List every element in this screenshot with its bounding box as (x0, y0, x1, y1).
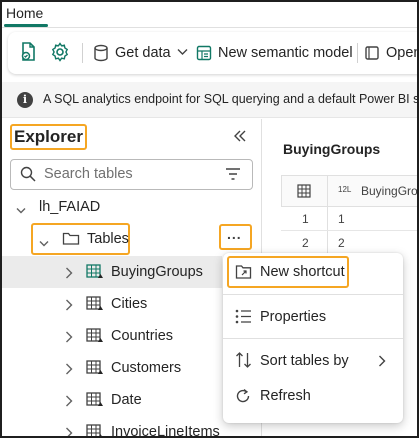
chevron-down-icon (177, 47, 188, 59)
sort-icon (235, 352, 252, 368)
chevron-right-icon[interactable] (65, 426, 73, 436)
settings-gear-icon[interactable] (50, 42, 70, 62)
collapse-panel-icon[interactable] (232, 128, 248, 146)
cell-value[interactable]: 1 (338, 212, 345, 226)
tab-home[interactable]: Home (6, 5, 43, 21)
toolbar-divider (357, 43, 358, 63)
more-icon: ... (227, 226, 242, 242)
open-file-icon (365, 46, 379, 60)
refresh-label: Refresh (260, 388, 311, 404)
table-node-label[interactable]: Customers (111, 360, 181, 376)
chevron-right-icon[interactable] (65, 298, 73, 311)
ribbon-tab-bar (2, 2, 417, 28)
row-number: 2 (302, 236, 309, 250)
app-window: Home Get data New semantic model Open i … (0, 0, 419, 438)
shortcut-icon (235, 264, 253, 280)
chevron-down-icon[interactable] (39, 235, 49, 247)
column-type-badge: 12L (338, 185, 352, 194)
menu-divider (223, 338, 403, 339)
semantic-model-icon (196, 45, 212, 61)
tables-folder-label: Tables (87, 231, 129, 247)
table-node-label[interactable]: Date (111, 392, 142, 408)
table-icon (86, 392, 104, 408)
table-icon (86, 424, 104, 436)
column-header[interactable]: BuyingGrou (361, 184, 417, 198)
chevron-right-icon (378, 354, 386, 367)
search-icon (20, 166, 36, 182)
row-number: 1 (302, 212, 309, 226)
chevron-right-icon[interactable] (65, 362, 73, 375)
get-data-label: Get data (115, 45, 171, 61)
new-semantic-model-button[interactable]: New semantic model (196, 41, 353, 65)
properties-label: Properties (260, 309, 327, 325)
table-node-label[interactable]: Cities (111, 296, 147, 312)
explorer-title: Explorer (10, 124, 87, 150)
table-icon (86, 264, 104, 280)
info-icon: i (17, 92, 33, 108)
database-icon (94, 44, 108, 62)
table-node-label[interactable]: InvoiceLineItems (111, 424, 220, 436)
menu-divider (223, 294, 403, 295)
table-icon (86, 360, 104, 376)
refresh-icon (235, 388, 251, 404)
lakehouse-icon[interactable] (18, 41, 38, 63)
data-grid: 12L BuyingGrou 1 1 2 2 (281, 175, 417, 255)
chevron-right-icon[interactable] (65, 330, 73, 343)
info-banner: i A SQL analytics endpoint for SQL query… (2, 82, 419, 118)
open-button[interactable]: Open (364, 41, 419, 65)
open-label: Open (386, 45, 419, 61)
table-node-label[interactable]: Countries (111, 328, 173, 344)
sort-tables-by-label: Sort tables by (260, 353, 349, 369)
properties-icon (235, 309, 252, 324)
chevron-right-icon[interactable] (65, 266, 73, 279)
table-icon (86, 296, 104, 312)
folder-icon (62, 231, 80, 246)
lakehouse-node[interactable]: lh_FAIAD (39, 199, 100, 215)
table-node-label[interactable]: BuyingGroups (111, 264, 203, 280)
get-data-button[interactable]: Get data (93, 41, 188, 65)
filter-icon[interactable] (225, 167, 241, 181)
chevron-down-icon[interactable] (16, 202, 26, 214)
chevron-right-icon[interactable] (65, 394, 73, 407)
grid-select-all-icon[interactable] (297, 184, 311, 198)
tab-home-indicator (4, 24, 48, 27)
toolbar-divider (82, 43, 83, 63)
preview-title: BuyingGroups (283, 141, 381, 157)
cell-value[interactable]: 2 (338, 236, 345, 250)
new-shortcut-label: New shortcut (260, 264, 345, 280)
more-options-button[interactable]: ... (219, 224, 252, 250)
table-icon (86, 328, 104, 344)
search-placeholder: Search tables (44, 166, 133, 182)
info-banner-text: A SQL analytics endpoint for SQL queryin… (43, 92, 419, 106)
new-semantic-model-label: New semantic model (218, 45, 353, 61)
